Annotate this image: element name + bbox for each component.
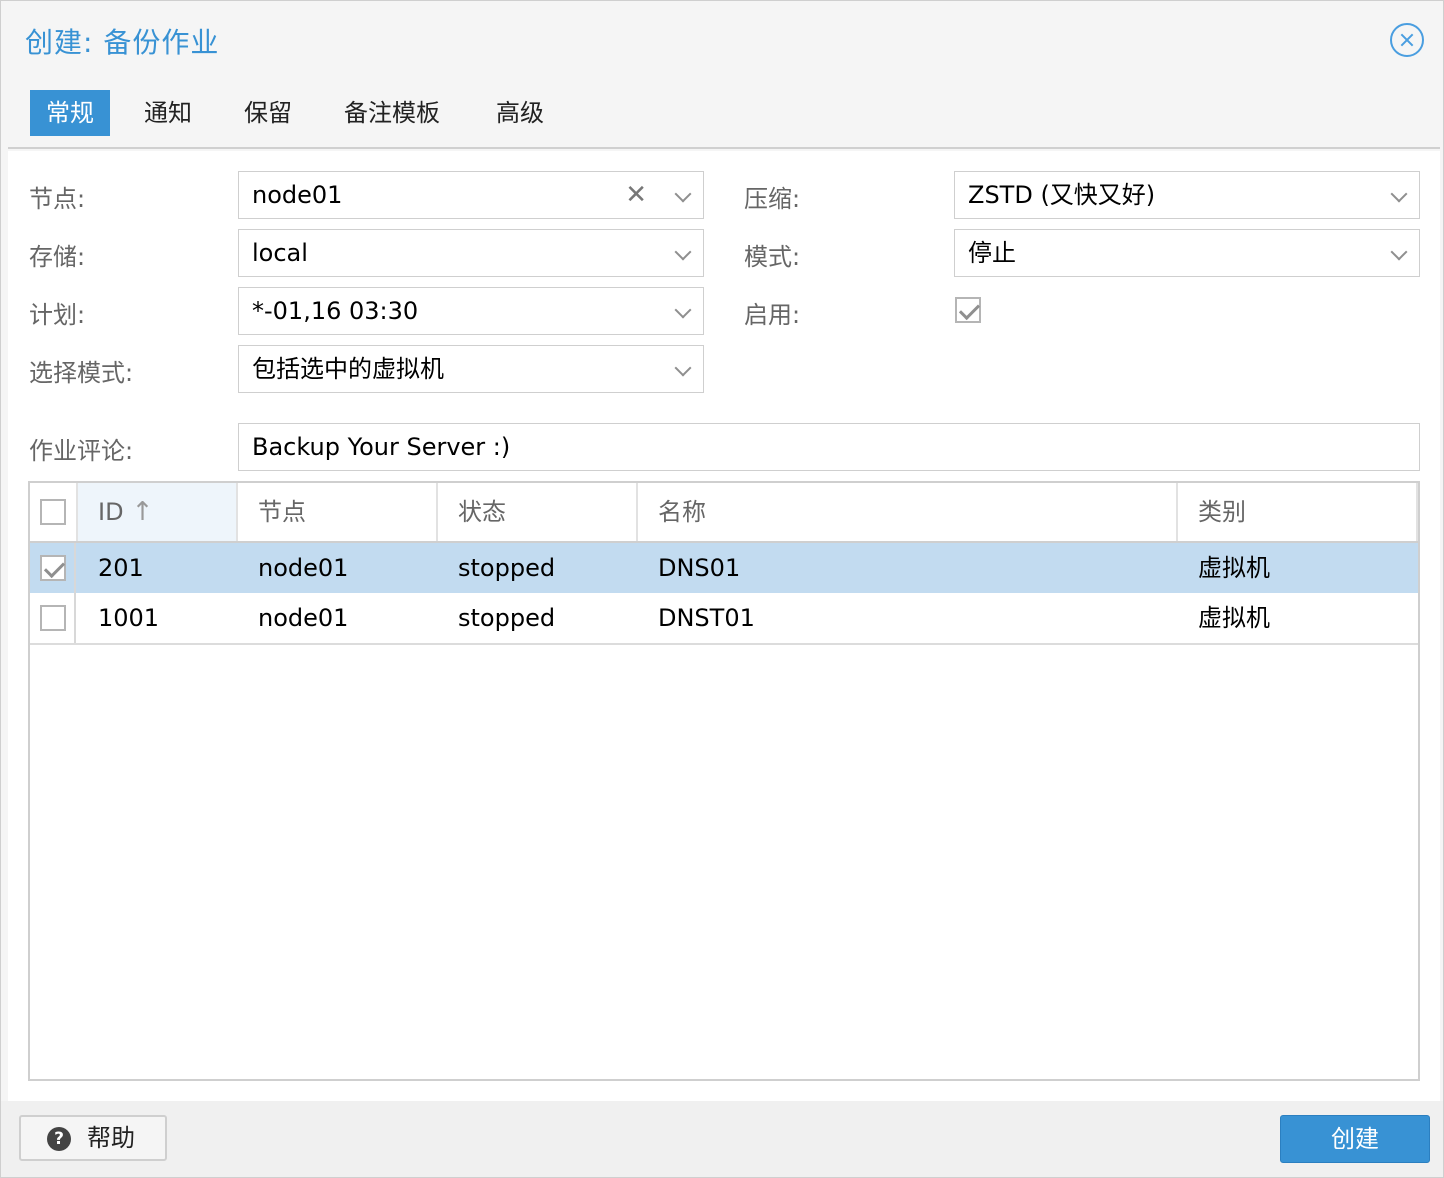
column-header-status[interactable]: 状态: [438, 483, 638, 541]
create-button[interactable]: 创建: [1280, 1115, 1430, 1163]
compression-label: 压缩:: [744, 185, 801, 213]
tab-note-template[interactable]: 备注模板: [328, 90, 456, 136]
cell-status: stopped: [458, 554, 556, 582]
help-button[interactable]: ? 帮助: [19, 1115, 167, 1161]
selection-mode-value: 包括选中的虚拟机: [252, 355, 444, 383]
chevron-down-icon[interactable]: [1390, 185, 1408, 203]
node-label: 节点:: [29, 185, 86, 213]
mode-label: 模式:: [744, 243, 801, 271]
node-value: node01: [252, 181, 343, 209]
row-checkbox[interactable]: [40, 605, 66, 631]
schedule-value: *-01,16 03:30: [252, 297, 419, 325]
column-header-id-label: ID: [98, 498, 124, 526]
vm-selection-grid: ID ↑ 节点 状态 名称 类别 201 node01 stopped DNS01…: [28, 481, 1420, 1081]
selection-mode-combobox[interactable]: 包括选中的虚拟机: [238, 345, 704, 393]
chevron-down-icon[interactable]: [674, 243, 692, 261]
compression-combobox[interactable]: ZSTD (又快又好): [954, 171, 1420, 219]
column-header-name[interactable]: 名称: [638, 483, 1178, 541]
schedule-label: 计划:: [29, 301, 86, 329]
select-all-cell: [30, 483, 78, 541]
help-button-label: 帮助: [87, 1124, 135, 1152]
chevron-down-icon[interactable]: [674, 359, 692, 377]
tab-notification[interactable]: 通知: [128, 90, 208, 136]
cell-id: 201: [98, 554, 144, 582]
row-select-cell: [30, 543, 76, 593]
tab-retention[interactable]: 保留: [228, 90, 308, 136]
cell-id: 1001: [98, 604, 160, 632]
clear-icon[interactable]: ✕: [625, 182, 647, 208]
compression-value: ZSTD (又快又好): [968, 181, 1156, 209]
dialog-footer: ? 帮助 创建: [1, 1101, 1443, 1177]
enabled-label: 启用:: [744, 301, 801, 329]
backup-job-dialog: 创建: 备份作业 常规 通知 保留 备注模板 高级 节点: node01 ✕ 存…: [0, 0, 1444, 1178]
node-combobox[interactable]: node01 ✕: [238, 171, 704, 219]
cell-status: stopped: [458, 604, 556, 632]
selection-mode-label: 选择模式:: [29, 359, 134, 387]
mode-combobox[interactable]: 停止: [954, 229, 1420, 277]
tab-general[interactable]: 常规: [30, 90, 110, 136]
cell-name: DNS01: [658, 554, 741, 582]
chevron-down-icon[interactable]: [674, 301, 692, 319]
dialog-titlebar: 创建: 备份作业: [1, 1, 1443, 81]
row-checkbox[interactable]: [40, 555, 66, 581]
select-all-checkbox[interactable]: [40, 499, 66, 525]
table-row[interactable]: 201 node01 stopped DNS01 虚拟机: [30, 543, 1418, 593]
enabled-checkbox[interactable]: [955, 297, 981, 323]
close-icon[interactable]: [1390, 23, 1424, 57]
chevron-down-icon[interactable]: [1390, 243, 1408, 261]
cell-node: node01: [258, 604, 349, 632]
table-row[interactable]: 1001 node01 stopped DNST01 虚拟机: [30, 593, 1418, 645]
storage-value: local: [252, 239, 308, 267]
comment-input[interactable]: Backup Your Server :): [238, 423, 1420, 471]
tab-advanced[interactable]: 高级: [480, 90, 560, 136]
schedule-combobox[interactable]: *-01,16 03:30: [238, 287, 704, 335]
column-header-type[interactable]: 类别: [1178, 483, 1418, 541]
comment-label: 作业评论:: [29, 437, 134, 465]
dialog-title: 创建: 备份作业: [25, 26, 220, 59]
cell-type: 虚拟机: [1198, 604, 1270, 632]
grid-header: ID ↑ 节点 状态 名称 类别: [30, 483, 1418, 543]
row-select-cell: [30, 593, 76, 643]
mode-value: 停止: [968, 239, 1016, 267]
column-header-node[interactable]: 节点: [238, 483, 438, 541]
dialog-body: 节点: node01 ✕ 存储: local 计划: *-01,16 03:30…: [8, 151, 1440, 1101]
cell-name: DNST01: [658, 604, 755, 632]
sort-ascending-icon: ↑: [131, 497, 154, 527]
question-icon: ?: [47, 1127, 71, 1151]
chevron-down-icon[interactable]: [674, 185, 692, 203]
column-header-id[interactable]: ID ↑: [78, 483, 238, 541]
cell-node: node01: [258, 554, 349, 582]
comment-value: Backup Your Server :): [252, 433, 511, 461]
storage-combobox[interactable]: local: [238, 229, 704, 277]
tab-bar: 常规 通知 保留 备注模板 高级: [8, 81, 1440, 149]
cell-type: 虚拟机: [1198, 554, 1270, 582]
storage-label: 存储:: [29, 243, 86, 271]
